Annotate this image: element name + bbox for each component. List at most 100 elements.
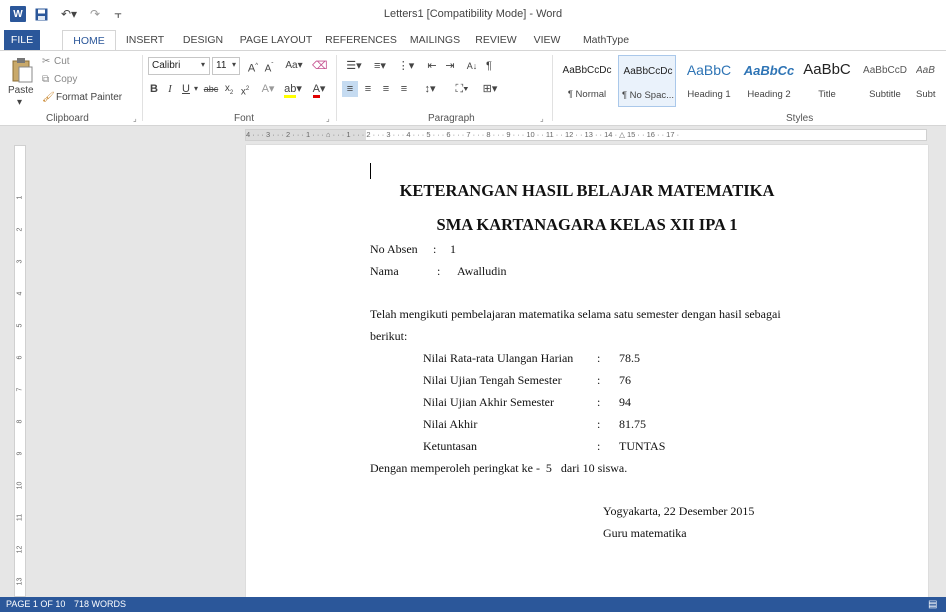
justify-icon[interactable]: ≡ [396, 81, 412, 97]
format-painter-button[interactable]: Format Painter [56, 92, 122, 103]
nama-value[interactable]: Awalludin [457, 264, 507, 279]
clipboard-launcher-icon[interactable]: ⌟ [133, 114, 137, 123]
font-color-icon[interactable]: A▾ [308, 81, 330, 98]
copy-button[interactable]: Copy [54, 74, 77, 85]
score-label[interactable]: Ketuntasan [423, 439, 477, 454]
style-no-spacing[interactable]: AaBbCcDc ¶ No Spac... [618, 55, 676, 107]
style-normal[interactable]: AaBbCcDc ¶ Normal [558, 55, 616, 107]
decrease-indent-icon[interactable]: ⇤ [424, 58, 440, 74]
style-subtle-emphasis[interactable]: AaB Subt [916, 55, 946, 107]
group-divider [142, 55, 143, 121]
align-left-icon[interactable]: ≡ [342, 81, 358, 97]
colon: : [437, 264, 441, 278]
format-painter-icon[interactable]: 🖌 [42, 92, 55, 103]
score-label[interactable]: Nilai Ujian Akhir Semester [423, 395, 554, 410]
ruler-numbers: 4 · · · 3 · · · 2 · · · 1 · · · ⌂ · · · … [246, 130, 680, 139]
copy-icon[interactable]: ⧉ [42, 74, 49, 85]
score-label[interactable]: Nilai Ujian Tengah Semester [423, 373, 562, 388]
shrink-font-icon[interactable]: Aˇ [262, 58, 276, 74]
document-page[interactable]: KETERANGAN HASIL BELAJAR MATEMATIKA SMA … [246, 145, 928, 597]
intro-text-line-1[interactable]: Telah mengikuti pembelajaran matematika … [370, 307, 781, 322]
score-value[interactable]: TUNTAS [619, 439, 665, 454]
styles-group-label: Styles [786, 113, 814, 124]
style-subtitle[interactable]: AaBbCcD Subtitle [856, 55, 914, 107]
cut-button[interactable]: Cut [54, 56, 70, 67]
style-heading-1[interactable]: AaBbC Heading 1 [680, 55, 738, 107]
nama-label[interactable]: Nama [370, 264, 399, 279]
underline-icon[interactable]: U [180, 81, 192, 97]
superscript-icon[interactable]: x2 [238, 81, 252, 97]
font-size-dropdown-icon[interactable]: ▾ [232, 60, 236, 69]
paste-button[interactable]: Paste [8, 85, 34, 96]
rank-text[interactable]: Dengan memperoleh peringkat ke - 5 dari … [370, 461, 627, 476]
tab-home[interactable]: HOME [62, 30, 116, 51]
strikethrough-icon[interactable]: abc [202, 81, 220, 97]
vertical-ruler[interactable]: 1 2 3 4 5 6 7 8 9 10 11 12 13 [14, 145, 26, 597]
score-label[interactable]: Nilai Rata-rata Ulangan Harian [423, 351, 573, 366]
no-absen-label[interactable]: No Absen [370, 242, 418, 257]
score-label[interactable]: Nilai Akhir [423, 417, 477, 432]
tab-review[interactable]: REVIEW [472, 30, 520, 50]
bold-icon[interactable]: B [148, 81, 160, 97]
paste-dropdown-icon[interactable]: ▾ [17, 97, 22, 108]
underline-dropdown-icon[interactable]: ▾ [192, 81, 200, 97]
borders-icon[interactable]: ⊞▾ [478, 81, 502, 97]
bullets-icon[interactable]: ☰▾ [342, 58, 366, 74]
page-indicator[interactable]: PAGE 1 OF 10 [6, 597, 65, 612]
tab-view[interactable]: VIEW [530, 30, 564, 50]
highlight-icon[interactable]: ab▾ [282, 81, 304, 98]
change-case-icon[interactable]: Aa▾ [282, 58, 306, 74]
line-spacing-icon[interactable]: ↕▾ [418, 81, 442, 97]
font-name-dropdown-icon[interactable]: ▾ [201, 60, 205, 69]
tab-file[interactable]: FILE [4, 30, 40, 50]
document-heading-1[interactable]: KETERANGAN HASIL BELAJAR MATEMATIKA [246, 181, 928, 201]
signer-text[interactable]: Guru matematika [603, 526, 687, 541]
tab-mathtype[interactable]: MathType [576, 30, 636, 50]
subscript-icon[interactable]: x2 [222, 81, 236, 97]
read-mode-icon[interactable]: ▤ [928, 597, 937, 612]
style-heading-2[interactable]: AaBbCc Heading 2 [740, 55, 798, 107]
style-sample: AaBbC [686, 62, 732, 78]
tab-references[interactable]: REFERENCES [324, 30, 398, 50]
shading-icon[interactable]: ⛶▾ [450, 81, 474, 97]
document-heading-2[interactable]: SMA KARTANAGARA KELAS XII IPA 1 [246, 215, 928, 235]
italic-icon[interactable]: I [164, 81, 176, 97]
numbering-icon[interactable]: ≡▾ [368, 58, 392, 74]
tab-page-layout[interactable]: PAGE LAYOUT [238, 30, 314, 50]
paste-icon[interactable] [10, 57, 34, 85]
tab-mailings[interactable]: MAILINGS [408, 30, 462, 50]
no-absen-value[interactable]: 1 [450, 242, 456, 257]
clipboard-group-label: Clipboard [46, 113, 89, 124]
score-value[interactable]: 94 [619, 395, 631, 410]
intro-text-line-2[interactable]: berikut: [370, 329, 407, 344]
score-value[interactable]: 78.5 [619, 351, 640, 366]
paragraph-launcher-icon[interactable]: ⌟ [540, 114, 544, 123]
style-title[interactable]: AaBbC Title [798, 55, 856, 107]
ruler-number: 12 [16, 545, 24, 554]
ribbon: Paste ▾ ✂ Cut ⧉ Copy 🖌 Format Painter Cl… [0, 50, 946, 126]
title-bar: W ↶▾ ↷ ⫟ Letters1 [Compatibility Mode] -… [0, 0, 946, 30]
word-count[interactable]: 718 WORDS [74, 597, 126, 612]
vertical-scrollbar[interactable] [930, 145, 944, 597]
cut-icon[interactable]: ✂ [42, 56, 50, 67]
grow-font-icon[interactable]: A^ [246, 58, 260, 75]
text-effects-icon[interactable]: A▾ [258, 81, 278, 97]
colon: : [597, 373, 601, 387]
font-launcher-icon[interactable]: ⌟ [326, 114, 330, 123]
multilevel-list-icon[interactable]: ⋮▾ [394, 58, 418, 74]
score-value[interactable]: 81.75 [619, 417, 646, 432]
ruler-number: 8 [16, 419, 24, 424]
score-value[interactable]: 76 [619, 373, 631, 388]
style-sample: AaBbCcD [863, 65, 907, 76]
group-divider [552, 55, 553, 121]
increase-indent-icon[interactable]: ⇥ [442, 58, 458, 74]
show-formatting-marks-icon[interactable]: ¶ [482, 58, 496, 74]
tab-design[interactable]: DESIGN [180, 30, 226, 50]
clear-formatting-icon[interactable]: ⌫ [312, 58, 328, 74]
sort-icon[interactable]: A↓ [464, 58, 480, 74]
horizontal-ruler[interactable]: 4 · · · 3 · · · 2 · · · 1 · · · ⌂ · · · … [0, 127, 946, 143]
align-center-icon[interactable]: ≡ [360, 81, 376, 97]
place-date-text[interactable]: Yogyakarta, 22 Desember 2015 [603, 504, 754, 519]
align-right-icon[interactable]: ≡ [378, 81, 394, 97]
tab-insert[interactable]: INSERT [122, 30, 168, 50]
